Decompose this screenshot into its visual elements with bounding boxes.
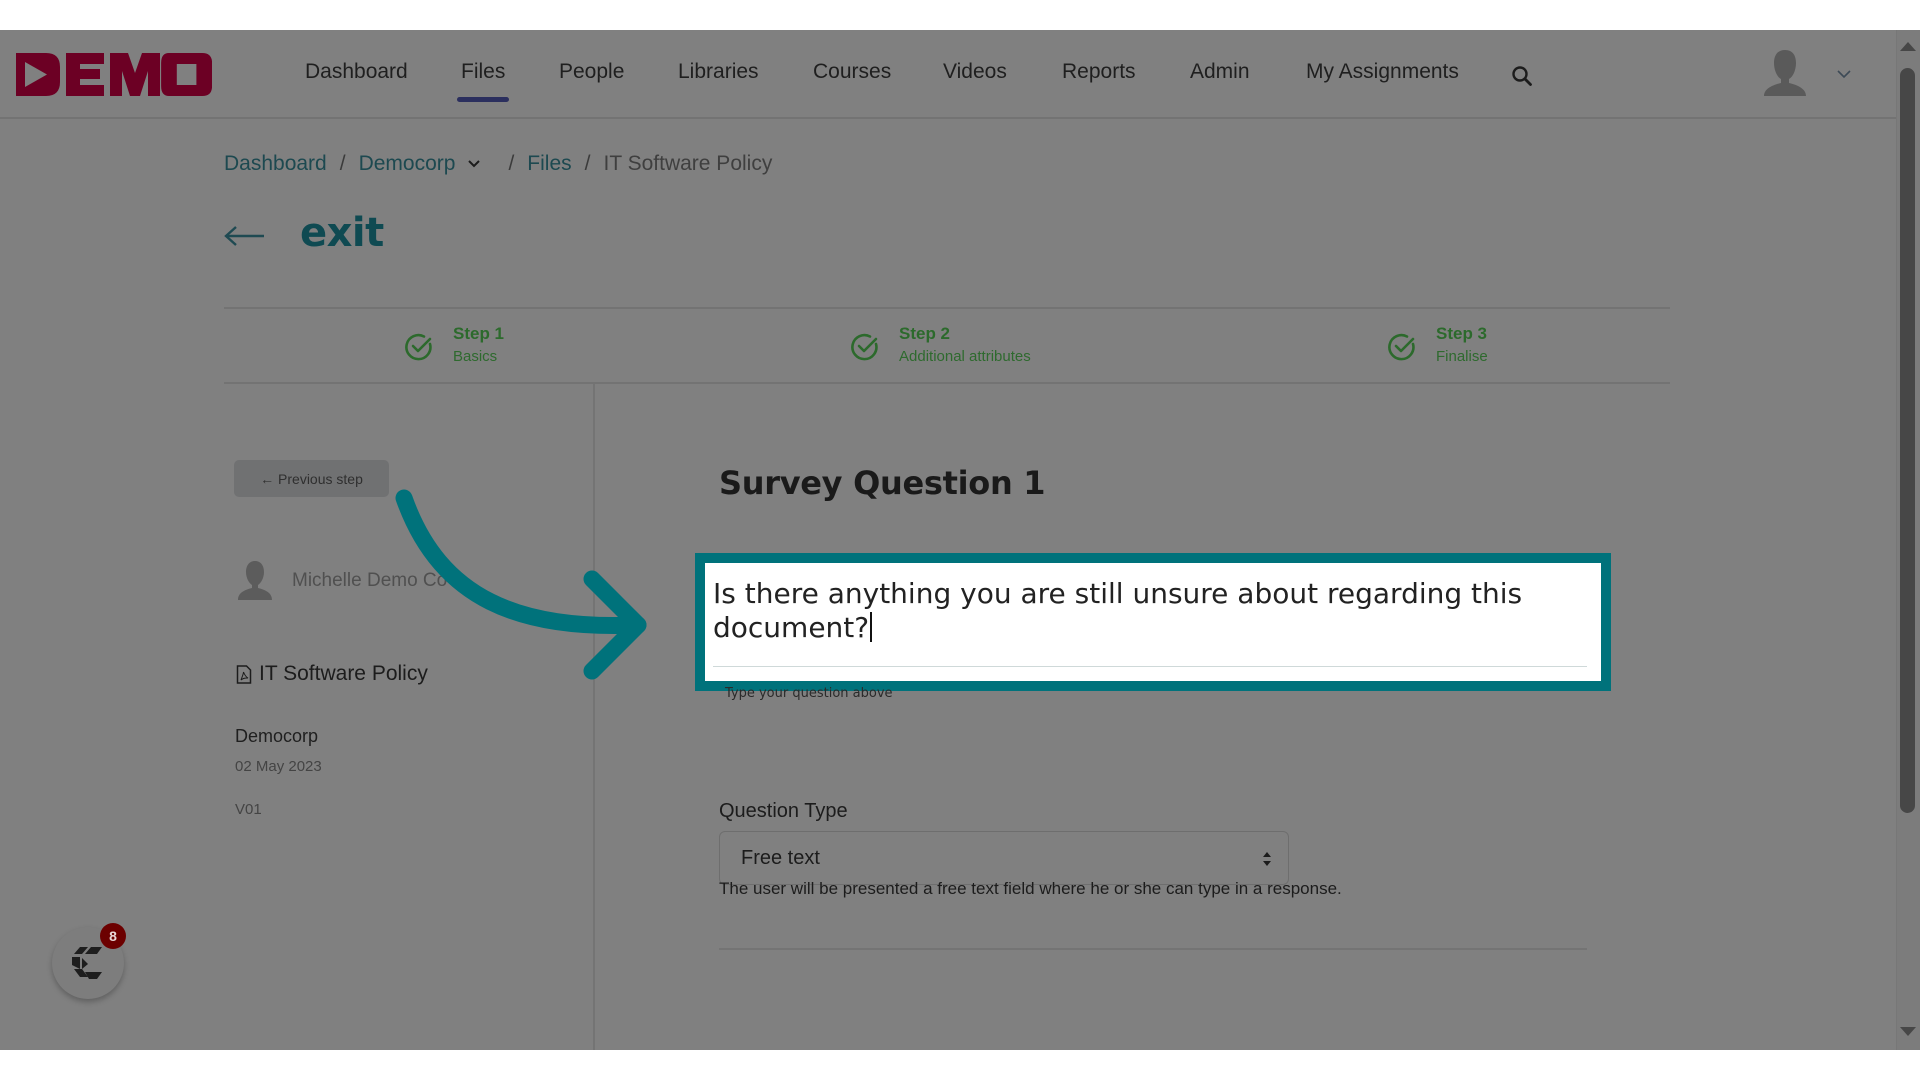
step-1[interactable]: Step 1 Basics (404, 323, 504, 369)
breadcrumb-separator: / (508, 152, 515, 175)
top-strip (0, 0, 1920, 30)
author-name: Michelle Demo Co (292, 570, 448, 591)
text-caret (870, 612, 873, 642)
question-input-highlight: Is there anything you are still unsure a… (695, 553, 1611, 691)
chevron-down-icon[interactable] (467, 159, 481, 169)
question-input-value: Is there anything you are still unsure a… (713, 577, 1523, 644)
user-avatar-icon (238, 561, 272, 600)
step-label: Step 1 (453, 324, 505, 343)
question-help-text: Type your question above (725, 686, 893, 701)
step-3[interactable]: Step 3 Finalise (1387, 323, 1488, 369)
breadcrumb-current: IT Software Policy (603, 152, 773, 175)
scroll-down-arrow-icon[interactable] (1900, 1027, 1916, 1036)
breadcrumb-files[interactable]: Files (527, 152, 571, 176)
check-circle-icon (851, 333, 878, 361)
breadcrumb-separator: / (339, 152, 346, 175)
question-type-value: Free text (741, 846, 820, 869)
input-underline (713, 666, 1587, 667)
step-2[interactable]: Step 2 Additional attributes (850, 323, 1031, 369)
step-sublabel: Finalise (1436, 348, 1488, 365)
breadcrumb: Dashboard / Democorp / Files / IT Softwa… (224, 152, 772, 176)
nav-courses[interactable]: Courses (813, 60, 891, 84)
logo-graphic (16, 53, 212, 96)
previous-step-button[interactable]: ← Previous step (234, 460, 389, 497)
scroll-up-arrow-icon[interactable] (1900, 42, 1916, 51)
step-label: Step 2 (899, 324, 951, 343)
top-navbar: Dashboard Files People Libraries Courses… (0, 30, 1896, 119)
step-sublabel: Additional attributes (899, 348, 1031, 365)
sidebar-divider (593, 384, 595, 1050)
breadcrumb-democorp[interactable]: Democorp (359, 152, 456, 176)
nav-files[interactable]: Files (456, 60, 510, 102)
document-link[interactable]: IT Software Policy (236, 662, 428, 686)
user-avatar-icon[interactable] (1760, 48, 1810, 100)
form-divider (719, 948, 1587, 950)
title-row: exit (224, 210, 384, 256)
document-name: IT Software Policy (259, 662, 428, 685)
nav-people[interactable]: People (559, 60, 624, 84)
select-updown-icon (1263, 852, 1271, 866)
step-label: Step 3 (1436, 324, 1488, 343)
wizard-steps: Step 1 Basics Step 2 Additional attribut… (224, 307, 1670, 384)
chevron-down-icon[interactable] (1836, 68, 1852, 80)
page: Dashboard Files People Libraries Courses… (0, 30, 1920, 1050)
search-icon[interactable] (1510, 64, 1534, 88)
nav-dashboard[interactable]: Dashboard (305, 60, 408, 84)
page-title: exit (300, 210, 384, 256)
document-organisation: Democorp (235, 726, 319, 746)
nav-admin[interactable]: Admin (1190, 60, 1250, 84)
check-circle-icon (405, 333, 432, 361)
breadcrumb-dashboard[interactable]: Dashboard (224, 152, 327, 176)
bottom-strip (0, 1050, 1920, 1080)
question-type-select[interactable]: Free text (719, 831, 1289, 885)
breadcrumb-separator: / (584, 152, 591, 175)
nav-libraries[interactable]: Libraries (678, 60, 759, 84)
arrow-left-icon[interactable] (224, 225, 266, 247)
survey-question-heading: Survey Question 1 (719, 464, 1046, 502)
question-type-label: Question Type (719, 800, 848, 822)
nav-videos[interactable]: Videos (943, 60, 1007, 84)
document-date: 02 May 2023 (235, 758, 322, 775)
question-input[interactable]: Is there anything you are still unsure a… (713, 577, 1593, 665)
pdf-file-icon (236, 664, 252, 684)
document-author: Michelle Demo Co (236, 560, 447, 602)
demo-logo[interactable] (16, 51, 212, 98)
question-type-description: The user will be presented a free text f… (719, 879, 1342, 898)
check-circle-icon (1388, 333, 1415, 361)
scrollbar-thumb[interactable] (1900, 68, 1915, 813)
step-sublabel: Basics (453, 348, 498, 365)
document-version: V01 (235, 801, 262, 818)
nav-reports[interactable]: Reports (1062, 60, 1136, 84)
notification-badge: 8 (100, 923, 126, 949)
nav-my-assignments[interactable]: My Assignments (1306, 60, 1459, 84)
